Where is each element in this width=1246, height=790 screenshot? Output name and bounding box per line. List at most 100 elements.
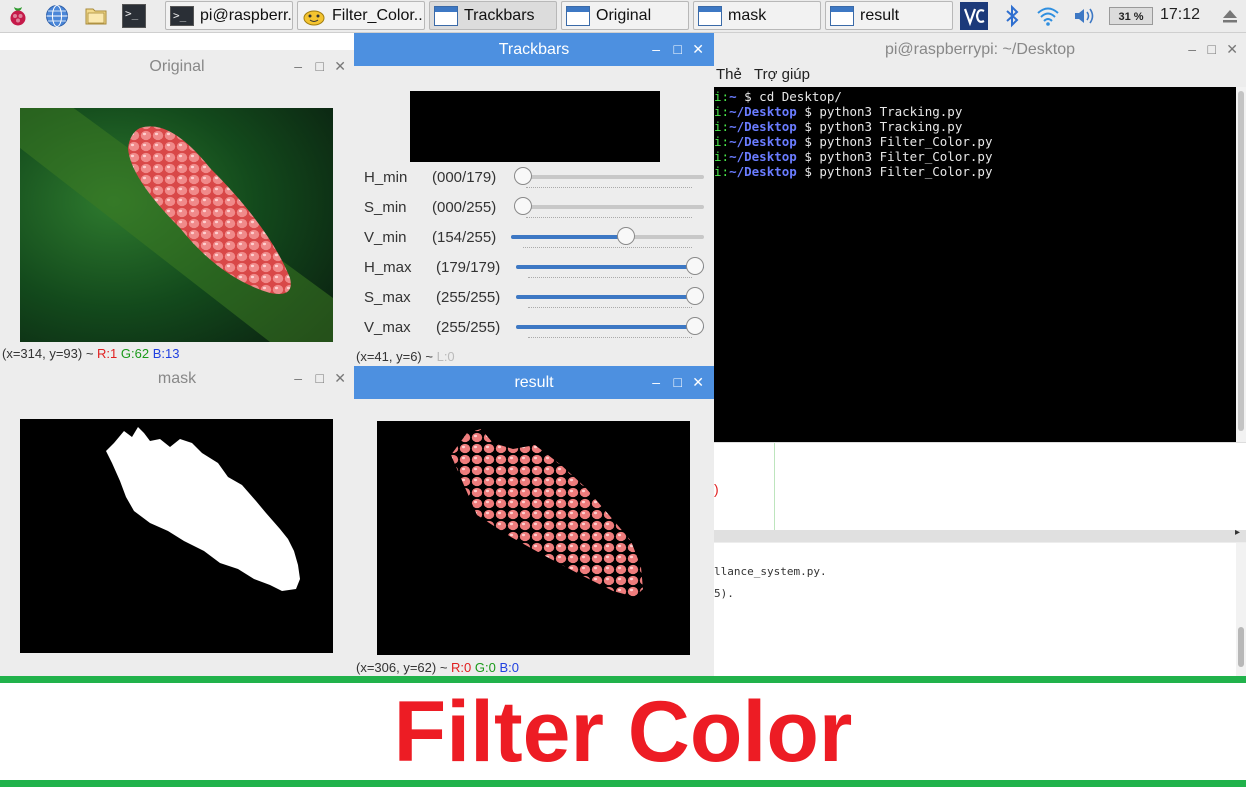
- shell-line: llance_system.py.: [714, 565, 827, 578]
- minimize-icon[interactable]: –: [294, 50, 302, 83]
- result-image[interactable]: [377, 421, 690, 655]
- shell-scrollbar[interactable]: [1236, 543, 1246, 676]
- maximize-icon[interactable]: □: [1208, 33, 1216, 66]
- raspberry-menu-icon[interactable]: [6, 4, 30, 28]
- trackbar-slider[interactable]: [511, 227, 704, 245]
- banner-title: Filter Color: [393, 684, 853, 780]
- trackbar-value: (000/255): [432, 199, 497, 216]
- volume-icon[interactable]: [1072, 4, 1096, 28]
- trackbar-v-min: V_min (154/255): [354, 225, 712, 255]
- shell-pane[interactable]: llance_system.py. 5).: [714, 543, 1246, 676]
- result-titlebar[interactable]: result – □ ✕: [354, 366, 714, 399]
- original-status: (x=314, y=93) ~ R:1 G:62 B:13: [2, 346, 180, 361]
- terminal-text: ~/Desktop: [729, 134, 797, 149]
- terminal-text: $ python3 Filter_Color.py: [796, 134, 993, 149]
- terminal-scrollbar[interactable]: [1236, 87, 1246, 442]
- close-icon[interactable]: ✕: [692, 33, 704, 66]
- clock[interactable]: 17:12: [1160, 6, 1200, 24]
- terminal-icon: >_: [170, 6, 194, 26]
- terminal-text: ~/Desktop: [729, 149, 797, 164]
- taskbar-button-mask[interactable]: mask: [693, 1, 821, 30]
- trackbar-handle[interactable]: [514, 167, 532, 185]
- terminal-line: i:~ $ cd Desktop/: [714, 89, 1236, 104]
- trackbar-value: (154/255): [432, 229, 497, 246]
- maximize-icon[interactable]: □: [316, 50, 324, 83]
- minimize-icon[interactable]: –: [652, 33, 660, 66]
- terminal-text: $ python3 Tracking.py: [796, 104, 963, 119]
- trackbar-fill: [511, 235, 628, 239]
- banner-bottom-stripe: [0, 780, 1246, 787]
- vnc-icon[interactable]: [960, 2, 988, 30]
- maximize-icon[interactable]: □: [674, 366, 682, 399]
- window-title: Trackbars: [498, 41, 570, 58]
- trackbar-label: V_min: [364, 229, 407, 246]
- terminal-titlebar[interactable]: pi@raspberrypi: ~/Desktop – □ ✕: [714, 33, 1246, 66]
- eject-icon[interactable]: [1218, 4, 1242, 28]
- trackbars-titlebar[interactable]: Trackbars – □ ✕: [354, 33, 714, 66]
- mask-window[interactable]: mask – □ ✕: [0, 362, 354, 676]
- trackbar-slider[interactable]: [514, 167, 704, 185]
- minimize-icon[interactable]: –: [294, 362, 302, 395]
- trackbar-ticks: [528, 277, 692, 281]
- mask-titlebar[interactable]: mask – □ ✕: [0, 362, 354, 395]
- trackbar-handle[interactable]: [514, 197, 532, 215]
- trackbar-handle[interactable]: [686, 287, 704, 305]
- trackbar-slider[interactable]: [516, 317, 704, 335]
- original-titlebar[interactable]: Original – □ ✕: [0, 50, 354, 83]
- bluetooth-icon[interactable]: [1000, 4, 1024, 28]
- trackbar-list: H_min (000/179) S_min (000/255) V_min (154/25…: [354, 165, 714, 355]
- minimize-icon[interactable]: –: [652, 366, 660, 399]
- wifi-icon[interactable]: [1036, 4, 1060, 28]
- trackbar-handle[interactable]: [617, 227, 635, 245]
- mask-image[interactable]: [20, 419, 333, 653]
- trackbar-slider[interactable]: [514, 197, 704, 215]
- menu-help[interactable]: Trợ giúp: [754, 66, 810, 83]
- window-title: pi@raspberrypi: ~/Desktop: [884, 41, 1076, 58]
- terminal-line: i:~/Desktop $ python3 Filter_Color.py: [714, 134, 1236, 149]
- scroll-right-icon[interactable]: ▸: [1235, 527, 1240, 538]
- cpu-usage[interactable]: 31 %: [1109, 7, 1153, 25]
- taskbar-button-terminal[interactable]: >_ pi@raspberr...: [165, 1, 293, 30]
- terminal-icon[interactable]: >_: [122, 4, 146, 28]
- result-window[interactable]: result – □ ✕ (x=306, y=62) ~ R:0 G:0 B:0: [354, 366, 714, 676]
- taskbar-button-filter-color[interactable]: Filter_Color....: [297, 1, 425, 30]
- close-icon[interactable]: ✕: [334, 362, 346, 395]
- trackbars-image: [410, 91, 660, 162]
- minimize-icon[interactable]: –: [1188, 33, 1196, 66]
- trackbar-value: (255/255): [436, 289, 501, 306]
- maximize-icon[interactable]: □: [674, 33, 682, 66]
- taskbar-button-original[interactable]: Original: [561, 1, 689, 30]
- file-manager-icon[interactable]: [84, 4, 108, 28]
- terminal-line: i:~/Desktop $ python3 Tracking.py: [714, 119, 1236, 134]
- editor-pane[interactable]: ): [714, 442, 1246, 531]
- terminal-text: ~: [729, 89, 737, 104]
- trackbars-window[interactable]: Trackbars – □ ✕ H_min (000/179) S_min (000/…: [354, 33, 714, 366]
- trackbar-fill: [516, 265, 704, 269]
- terminal-window[interactable]: pi@raspberrypi: ~/Desktop – □ ✕ Thẻ Trợ …: [714, 33, 1246, 676]
- trackbar-ticks: [523, 247, 692, 251]
- original-image[interactable]: [20, 108, 333, 342]
- taskbar-button-trackbars[interactable]: Trackbars: [429, 1, 557, 30]
- taskbar-button-result[interactable]: result: [825, 1, 953, 30]
- terminal-output[interactable]: i:~ $ cd Desktop/i:~/Desktop $ python3 T…: [714, 87, 1236, 444]
- trackbar-slider[interactable]: [516, 287, 704, 305]
- trackbar-handle[interactable]: [686, 257, 704, 275]
- trackbar-handle[interactable]: [686, 317, 704, 335]
- original-window[interactable]: Original – □ ✕ (x=314, y=93) ~ R:1 G:62 …: [0, 50, 354, 362]
- trackbar-v-max: V_max (255/255): [354, 315, 712, 345]
- terminal-line: i:~/Desktop $ python3 Tracking.py: [714, 104, 1236, 119]
- menu-tabs[interactable]: Thẻ: [716, 66, 742, 83]
- trackbar-slider[interactable]: [516, 257, 704, 275]
- close-icon[interactable]: ✕: [1226, 33, 1238, 66]
- python-editor-icon: [303, 10, 325, 26]
- close-icon[interactable]: ✕: [692, 366, 704, 399]
- maximize-icon[interactable]: □: [316, 362, 324, 395]
- terminal-text: $ cd Desktop/: [736, 89, 842, 104]
- banner-top-stripe: [0, 676, 1246, 683]
- close-icon[interactable]: ✕: [334, 50, 346, 83]
- horizontal-scrollbar[interactable]: ▸: [714, 527, 1246, 542]
- result-status: (x=306, y=62) ~ R:0 G:0 B:0: [356, 660, 520, 675]
- trackbar-ticks: [526, 217, 692, 221]
- trackbar-value: (000/179): [432, 169, 497, 186]
- web-browser-icon[interactable]: [45, 4, 69, 28]
